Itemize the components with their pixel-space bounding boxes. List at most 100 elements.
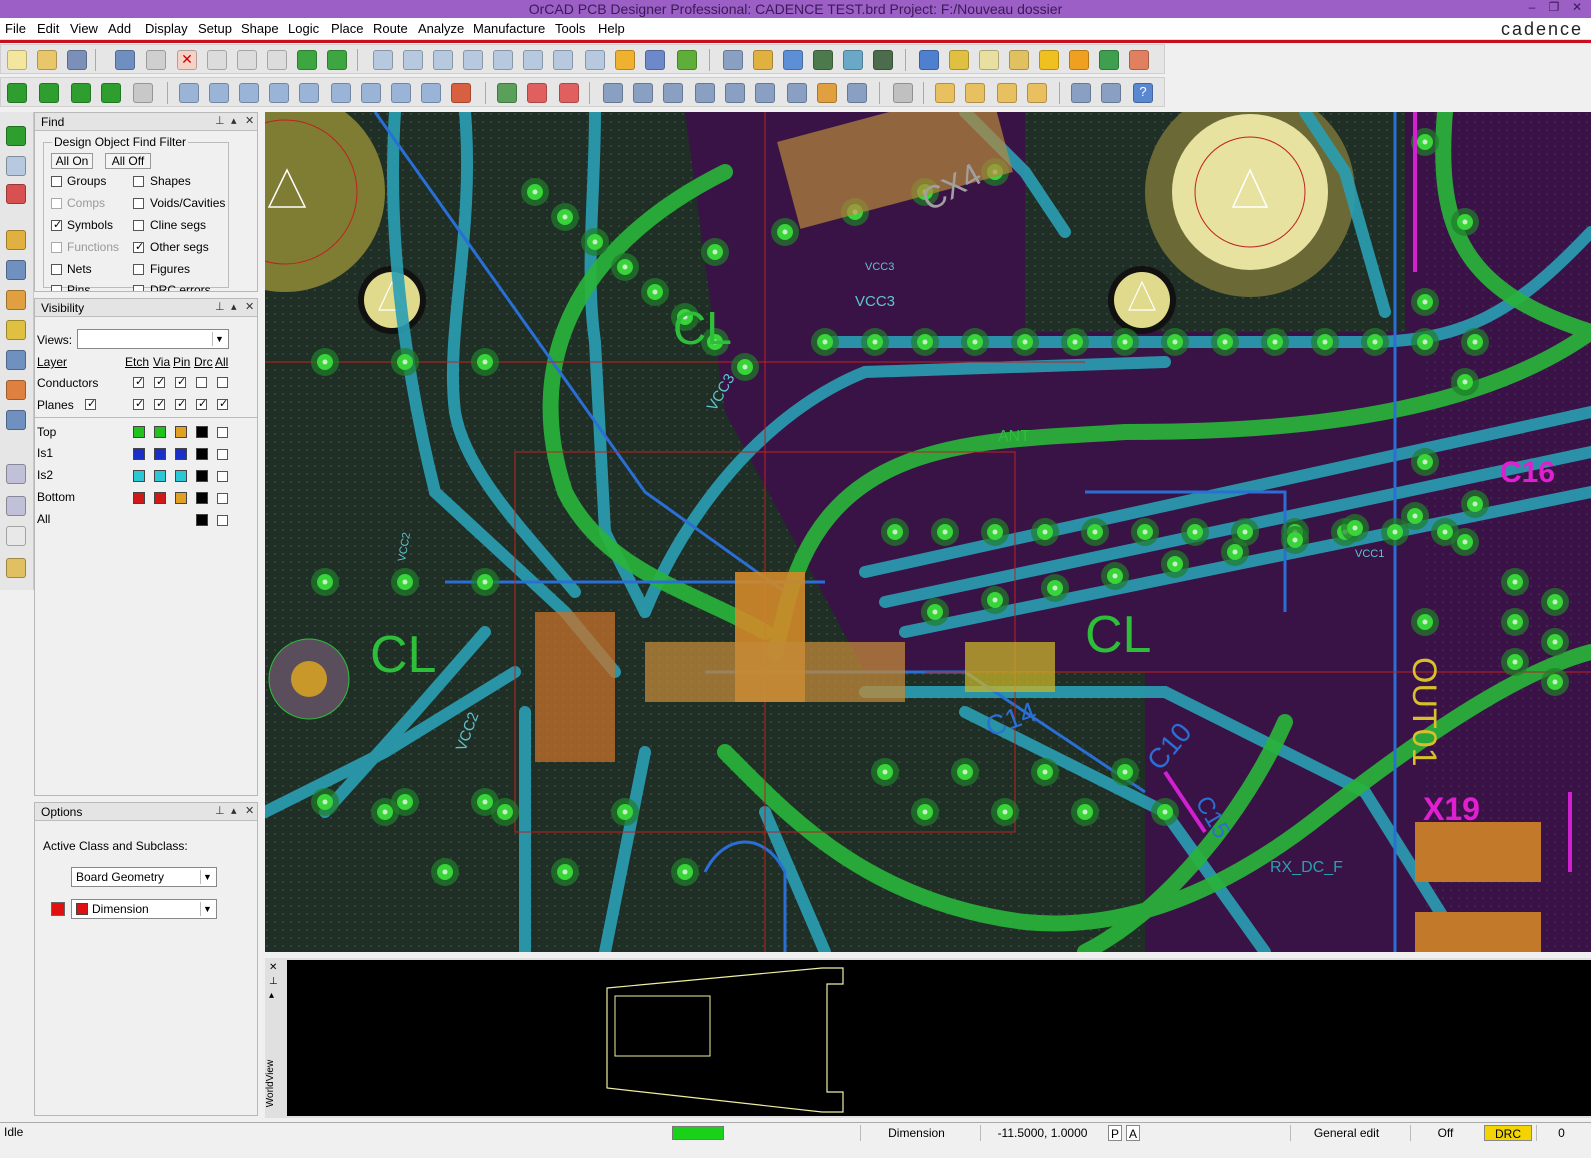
layer-icon[interactable] [783, 50, 803, 70]
pin-pane-icon[interactable]: ⊥ [215, 114, 225, 127]
add-connect-icon[interactable] [6, 126, 26, 146]
text-edit-icon[interactable] [6, 558, 26, 578]
dehighlight-icon[interactable] [1069, 50, 1089, 70]
delete-icon[interactable]: ✕ [177, 50, 197, 70]
bus-icon[interactable] [6, 380, 26, 400]
report-4-icon[interactable] [1027, 83, 1047, 103]
menu-route[interactable]: Route [373, 21, 408, 36]
fanout-icon[interactable] [787, 83, 807, 103]
menu-logic[interactable]: Logic [288, 21, 319, 36]
windows-icon[interactable] [1071, 83, 1091, 103]
drc-errors-checkbox[interactable] [133, 285, 144, 291]
color-icon[interactable] [753, 50, 773, 70]
rectangle-icon[interactable] [6, 496, 26, 516]
layer-color-swatch[interactable] [175, 470, 187, 482]
shape-circle-icon[interactable] [391, 83, 411, 103]
layer-color-swatch[interactable] [133, 448, 145, 460]
layer-color-swatch[interactable] [154, 492, 166, 504]
close-pane-icon[interactable]: ✕ [245, 804, 254, 817]
add-line-icon[interactable] [179, 83, 199, 103]
add-rect-icon[interactable] [209, 83, 229, 103]
swap-icon[interactable] [101, 83, 121, 103]
menu-analyze[interactable]: Analyze [418, 21, 464, 36]
zoom-previous-icon[interactable] [553, 50, 573, 70]
redo-icon[interactable] [237, 50, 257, 70]
status-p-button[interactable]: P [1108, 1125, 1122, 1141]
layer-color-swatch[interactable] [196, 492, 208, 504]
select-shape-icon[interactable] [269, 83, 289, 103]
shadow-icon[interactable] [843, 50, 863, 70]
maximize-button[interactable]: ❐ [1543, 0, 1565, 14]
shape-add-icon[interactable] [299, 83, 319, 103]
layer-visibility-checkbox[interactable] [217, 493, 228, 504]
all-on-button[interactable]: All On [51, 153, 93, 169]
drc-update-icon[interactable] [1099, 50, 1119, 70]
pin-pane-icon[interactable]: ⊥ [215, 804, 225, 817]
timing-vision-icon[interactable] [663, 83, 683, 103]
grid-toggle-icon[interactable] [723, 50, 743, 70]
groups-checkbox[interactable] [51, 176, 62, 187]
layer-color-swatch[interactable] [196, 448, 208, 460]
place-icon[interactable] [7, 83, 27, 103]
subclass-dropdown[interactable]: Dimension ▼ [71, 899, 217, 919]
menu-help[interactable]: Help [598, 21, 625, 36]
snap-icon[interactable] [1129, 50, 1149, 70]
menu-place[interactable]: Place [331, 21, 364, 36]
report-3-icon[interactable] [997, 83, 1017, 103]
layer-visibility-checkbox[interactable] [217, 427, 228, 438]
conductors-drc-checkbox[interactable] [196, 377, 207, 388]
collapse-pane-icon[interactable]: ▴ [231, 300, 237, 313]
new-file-icon[interactable] [7, 50, 27, 70]
planes-etch-checkbox[interactable] [133, 397, 144, 410]
slide-icon[interactable] [633, 83, 653, 103]
zoom-in-icon[interactable] [463, 50, 483, 70]
wave-icon[interactable] [893, 83, 913, 103]
fanout-vertical-icon[interactable] [6, 350, 26, 370]
zoom-world-icon[interactable] [523, 50, 543, 70]
report-2-icon[interactable] [965, 83, 985, 103]
camera-icon[interactable] [695, 83, 715, 103]
views-dropdown[interactable]: ▼ [77, 329, 229, 349]
planes-pin-checkbox[interactable] [175, 397, 186, 410]
pins-checkbox[interactable] [51, 285, 62, 291]
delay-tune-icon[interactable] [6, 290, 26, 310]
layer-visibility-checkbox[interactable] [217, 515, 228, 526]
layer-color-swatch[interactable] [196, 514, 208, 526]
all-off-button[interactable]: All Off [105, 153, 151, 169]
planes-drc-checkbox[interactable] [196, 397, 207, 410]
place-manual-icon[interactable] [39, 83, 59, 103]
zoom-out-icon[interactable] [493, 50, 513, 70]
layer-color-swatch[interactable] [133, 470, 145, 482]
save-icon[interactable] [67, 50, 87, 70]
zoom-points-icon[interactable] [403, 50, 423, 70]
conductors-via-checkbox[interactable] [154, 375, 165, 388]
group-route-icon[interactable] [6, 410, 26, 430]
open-folder-icon[interactable] [37, 50, 57, 70]
autoroute-icon[interactable] [817, 83, 837, 103]
pick-icon[interactable] [297, 50, 317, 70]
drc-badge[interactable]: DRC [1484, 1125, 1532, 1141]
shape-void-icon[interactable] [331, 83, 351, 103]
brush-icon[interactable] [1009, 50, 1029, 70]
collapse-pane-icon[interactable]: ▴ [269, 990, 274, 1001]
conductors-all-checkbox[interactable] [217, 377, 228, 388]
voids-checkbox[interactable] [133, 198, 144, 209]
zoom-fit-icon[interactable] [433, 50, 453, 70]
layer-color-swatch[interactable] [196, 470, 208, 482]
binary-icon[interactable] [725, 83, 745, 103]
measure-icon[interactable] [979, 50, 999, 70]
menu-add[interactable]: Add [108, 21, 131, 36]
menu-view[interactable]: View [70, 21, 98, 36]
text-add-icon[interactable] [6, 526, 26, 546]
pin-icon[interactable] [327, 50, 347, 70]
pin-pane-icon[interactable]: ⊥ [269, 976, 278, 987]
cline-segs-checkbox[interactable] [133, 220, 144, 231]
shapes-checkbox[interactable] [133, 176, 144, 187]
show-element-icon[interactable] [949, 50, 969, 70]
layer-color-swatch[interactable] [154, 470, 166, 482]
layer-color-swatch[interactable] [154, 426, 166, 438]
layer-color-swatch[interactable] [175, 492, 187, 504]
figures-checkbox[interactable] [133, 264, 144, 275]
grid-icon[interactable] [373, 50, 393, 70]
dim-datum-icon[interactable] [559, 83, 579, 103]
